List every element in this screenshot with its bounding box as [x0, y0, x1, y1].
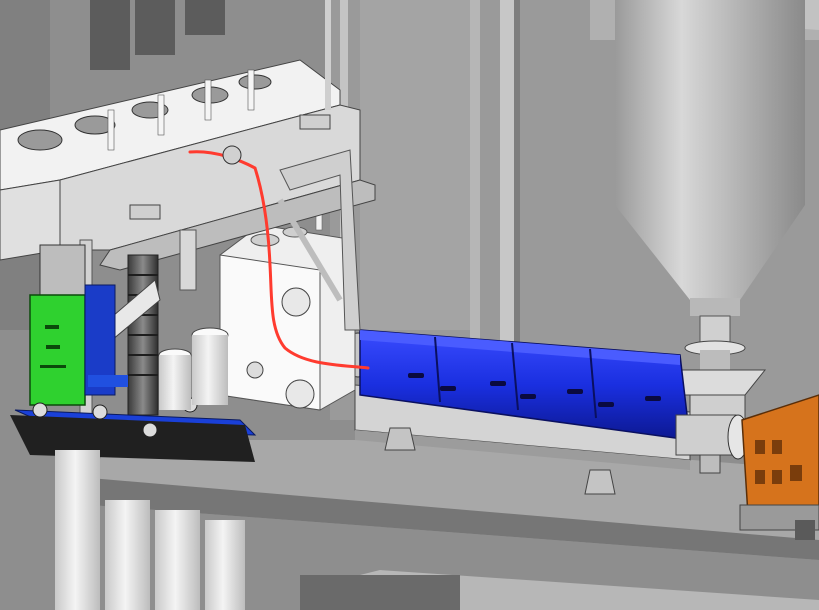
cad-scene	[0, 0, 819, 610]
gearbox	[739, 394, 819, 540]
cad-viewport	[0, 0, 819, 610]
